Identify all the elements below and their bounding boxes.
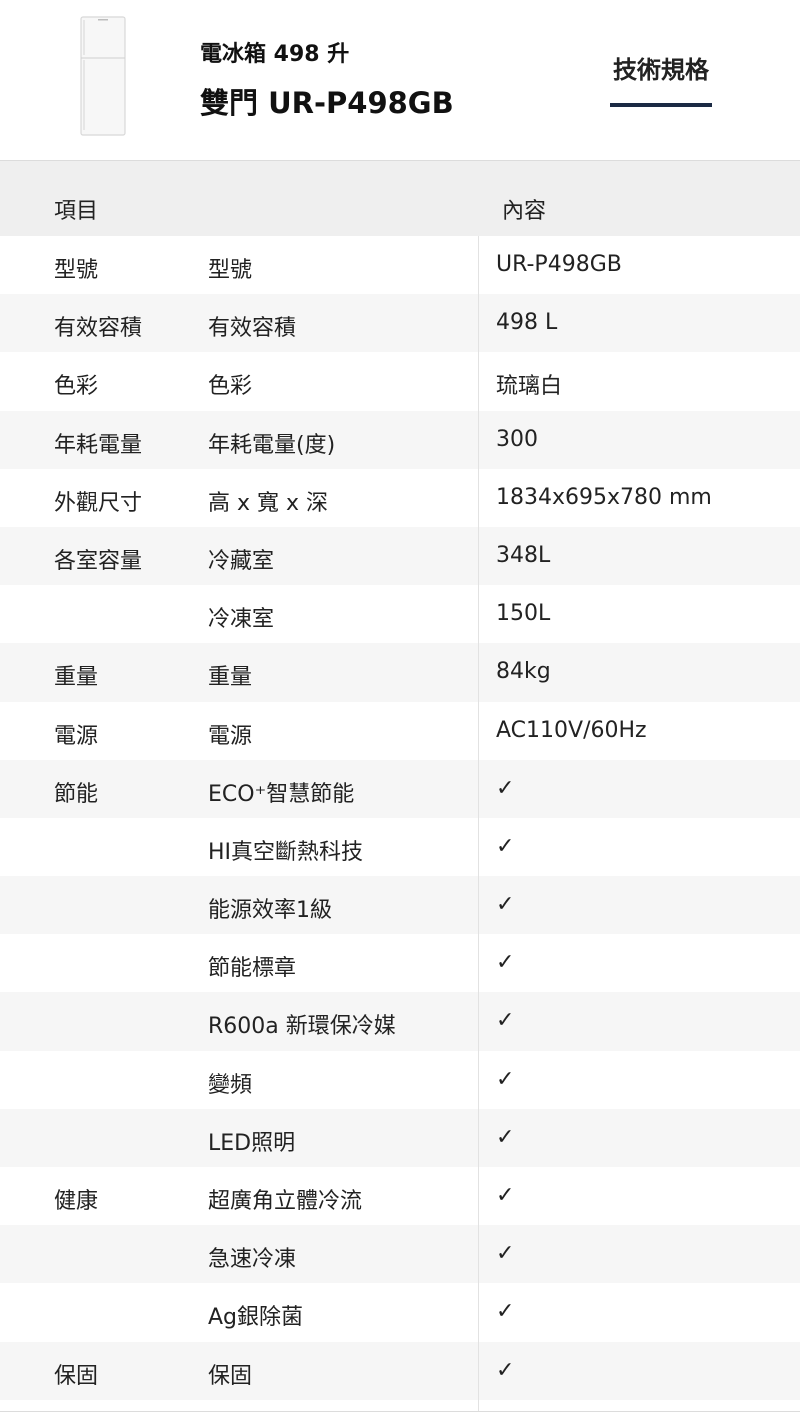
table-row: 節能標章 ✓	[0, 934, 800, 992]
row-category: 色彩	[54, 374, 99, 400]
table-row: Ag銀除菌 ✓	[0, 1283, 800, 1341]
table-row: 急速冷凍 ✓	[0, 1225, 800, 1284]
column-divider	[478, 236, 479, 1411]
row-category: 電源	[54, 723, 99, 749]
table-row: 各室容量 冷藏室 348L	[0, 526, 800, 586]
tab-specifications[interactable]: 技術規格	[610, 50, 712, 85]
table-row: 型號 型號 UR-P498GB	[0, 236, 800, 294]
table-row: 變頻 ✓	[0, 1051, 800, 1109]
row-item: LED照明	[208, 1130, 296, 1156]
table-row: 色彩 色彩 琉璃白	[0, 352, 800, 410]
row-item: 保固	[208, 1363, 253, 1389]
table-row: 電源 電源 AC110V/60Hz	[0, 702, 800, 760]
row-value: 300	[496, 426, 538, 452]
row-item: 節能標章	[208, 956, 297, 982]
product-header: 電冰箱 498 升 雙門 UR-P498GB 技術規格	[0, 0, 800, 161]
checkmark-icon: ✓	[496, 1299, 515, 1325]
row-item: 電源	[208, 723, 253, 749]
checkmark-icon: ✓	[496, 950, 515, 976]
column-header-content: 內容	[502, 199, 547, 224]
table-row: HI真空斷熱科技 ✓	[0, 818, 800, 876]
table-row: 健康 超廣角立體冷流 ✓	[0, 1167, 800, 1225]
row-category: 各室容量	[54, 548, 143, 574]
row-value: 348L	[496, 542, 551, 568]
row-category: 保固	[54, 1363, 99, 1389]
table-row: 節能 ECO⁺智慧節能 ✓	[0, 759, 800, 818]
row-item: R600a 新環保冷媒	[208, 1014, 396, 1040]
row-value: 84kg	[496, 659, 551, 685]
spec-table-header: 項目 內容	[0, 161, 800, 236]
row-category: 外觀尺寸	[54, 490, 143, 516]
checkmark-icon: ✓	[496, 1124, 515, 1150]
product-title-line1: 電冰箱 498 升	[200, 42, 350, 67]
table-row: 有效容積 有效容積 498 L	[0, 294, 800, 353]
table-row: 年耗電量 年耗電量(度) 300	[0, 410, 800, 469]
row-item: 重量	[208, 665, 253, 691]
tab-active-indicator	[610, 103, 712, 107]
checkmark-icon: ✓	[496, 1008, 515, 1034]
row-item: 急速冷凍	[208, 1247, 297, 1273]
row-category: 健康	[54, 1189, 99, 1214]
row-value: 150L	[496, 601, 551, 627]
row-value: 498 L	[496, 310, 558, 336]
checkmark-icon: ✓	[496, 892, 515, 918]
row-item: 年耗電量(度)	[208, 432, 336, 458]
row-value: AC110V/60Hz	[496, 717, 647, 743]
row-value: 琉璃白	[496, 374, 563, 400]
row-item: 能源效率1級	[208, 898, 332, 924]
table-row: 保固 保固 ✓	[0, 1341, 800, 1400]
row-category: 年耗電量	[54, 432, 143, 458]
row-category: 重量	[54, 665, 99, 691]
row-value: UR-P498GB	[496, 252, 622, 277]
checkmark-icon: ✓	[496, 775, 515, 801]
row-item: ECO⁺智慧節能	[208, 781, 355, 807]
checkmark-icon: ✓	[496, 1357, 515, 1383]
refrigerator-image	[80, 16, 126, 136]
column-header-item: 項目	[54, 199, 99, 224]
row-item: 色彩	[208, 374, 253, 400]
row-item: 變頻	[208, 1072, 253, 1098]
product-title-model: 雙門 UR-P498GB	[200, 86, 454, 120]
row-item: 超廣角立體冷流	[208, 1189, 363, 1214]
table-row: R600a 新環保冷媒 ✓	[0, 992, 800, 1051]
table-row: 能源效率1級 ✓	[0, 876, 800, 935]
checkmark-icon: ✓	[496, 1066, 515, 1092]
row-item: Ag銀除菌	[208, 1305, 304, 1331]
checkmark-icon: ✓	[496, 1183, 515, 1208]
row-category: 有效容積	[54, 316, 143, 342]
row-item: 高 x 寬 x 深	[208, 490, 329, 516]
row-item: 有效容積	[208, 316, 297, 342]
checkmark-icon: ✓	[496, 833, 515, 859]
row-item: HI真空斷熱科技	[208, 839, 364, 865]
row-item: 冷藏室	[208, 548, 275, 574]
row-item: 冷凍室	[208, 607, 275, 633]
table-bottom-border	[0, 1411, 800, 1412]
row-category: 節能	[54, 781, 99, 807]
row-category: 型號	[54, 258, 99, 283]
spec-table-body: 型號 型號 UR-P498GB 有效容積 有效容積 498 L 色彩 色彩 琉璃白 年耗電量 年耗電…	[0, 236, 800, 1400]
row-item: 型號	[208, 258, 253, 283]
table-row: 重量 重量 84kg	[0, 643, 800, 702]
row-value: 1834x695x780 mm	[496, 484, 712, 510]
table-row: LED照明 ✓	[0, 1108, 800, 1167]
table-row: 冷凍室 150L	[0, 585, 800, 643]
table-row: 外觀尺寸 高 x 寬 x 深 1834x695x780 mm	[0, 469, 800, 527]
checkmark-icon: ✓	[496, 1241, 515, 1267]
